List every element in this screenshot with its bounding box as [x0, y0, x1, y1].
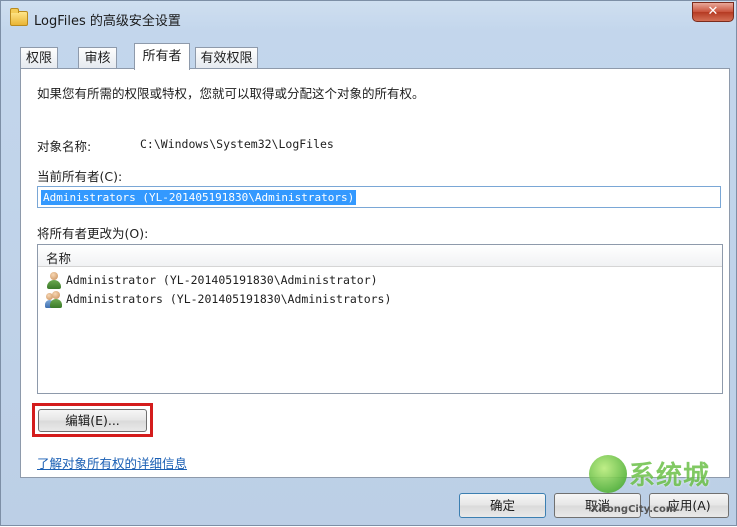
close-button[interactable]: ✕ [692, 2, 734, 22]
security-settings-window: LogFiles 的高级安全设置 ✕ 权限 审核 所有者 有效权限 如果您有所需… [0, 0, 737, 526]
watermark-logo-icon [589, 455, 627, 493]
tab-permissions[interactable]: 权限 [20, 47, 58, 69]
list-item-label: Administrator (YL-201405191830\Administr… [66, 273, 378, 287]
watermark-url: XitongCity.com [591, 504, 677, 515]
tab-effective-permissions[interactable]: 有效权限 [195, 47, 258, 69]
ok-button[interactable]: 确定 [459, 493, 546, 518]
watermark-brand: 系统城 [629, 461, 711, 491]
current-owner-label: 当前所有者(C): [37, 169, 123, 184]
change-owner-label: 将所有者更改为(O): [37, 226, 149, 241]
current-owner-field[interactable]: Administrators (YL-201405191830\Administ… [37, 186, 721, 208]
object-name-label: 对象名称: [37, 139, 92, 154]
owner-tab-panel: 如果您有所需的权限或特权，您就可以取得或分配这个对象的所有权。 对象名称: C:… [20, 68, 730, 478]
tab-auditing[interactable]: 审核 [78, 47, 117, 69]
current-owner-value: Administrators (YL-201405191830\Administ… [41, 190, 357, 205]
object-name-value: C:\Windows\System32\LogFiles [140, 137, 334, 151]
folder-icon [10, 8, 28, 26]
watermark: 系统城 XitongCity.com [589, 451, 737, 527]
user-icon [46, 272, 62, 289]
close-icon: ✕ [707, 4, 719, 19]
edit-button[interactable]: 编辑(E)... [38, 409, 147, 432]
learn-more-link[interactable]: 了解对象所有权的详细信息 [37, 453, 187, 472]
list-column-header[interactable]: 名称 [38, 245, 722, 267]
window-title: LogFiles 的高级安全设置 [34, 14, 181, 29]
list-item-label: Administrators (YL-201405191830\Administ… [66, 292, 392, 306]
title-bar[interactable]: LogFiles 的高级安全设置 ✕ [1, 1, 736, 35]
group-icon [45, 291, 62, 308]
intro-text: 如果您有所需的权限或特权，您就可以取得或分配这个对象的所有权。 [37, 86, 425, 101]
owner-candidates-list[interactable]: 名称 Administrator (YL-201405191830\Admini… [37, 244, 723, 394]
tab-owner[interactable]: 所有者 [134, 43, 190, 70]
name-column-label: 名称 [46, 251, 72, 266]
